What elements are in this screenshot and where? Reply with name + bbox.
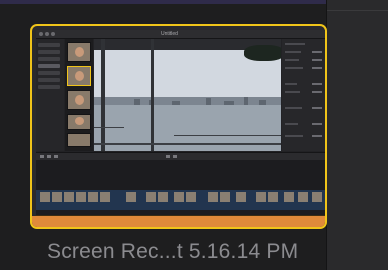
video-thumbnail[interactable]: Untitled [30, 24, 327, 229]
preview-sidebar [36, 39, 64, 151]
preview-clip-strip [36, 190, 325, 210]
clip-thumb [67, 90, 91, 110]
sidebar-row [38, 78, 60, 82]
clip-thumb [67, 66, 91, 86]
sidebar-row [38, 71, 60, 75]
preview-toolbar: Untitled [36, 30, 325, 39]
sidebar-row [38, 43, 60, 47]
clip-thumb [67, 42, 91, 62]
preview-window-title: Untitled [161, 31, 178, 37]
thumbnail-preview-image: Untitled [36, 30, 325, 220]
close-dot-icon [39, 32, 43, 36]
clip-thumb [67, 133, 91, 147]
sidebar-row [38, 57, 60, 61]
sidebar-row [38, 85, 60, 89]
right-panel [326, 0, 388, 270]
thumbnail-bottom-bar [32, 216, 325, 227]
preview-controls [36, 152, 325, 160]
preview-inspector [282, 39, 325, 151]
thumbnail-filename-label[interactable]: Screen Rec...t 5.16.14 PM [47, 240, 298, 264]
minimize-dot-icon [45, 32, 49, 36]
sidebar-row [38, 64, 60, 68]
panel-divider [327, 10, 388, 11]
clip-thumb [67, 114, 91, 130]
preview-viewer [94, 39, 281, 151]
sidebar-row [38, 50, 60, 54]
zoom-dot-icon [51, 32, 55, 36]
preview-clip-browser [65, 39, 93, 151]
